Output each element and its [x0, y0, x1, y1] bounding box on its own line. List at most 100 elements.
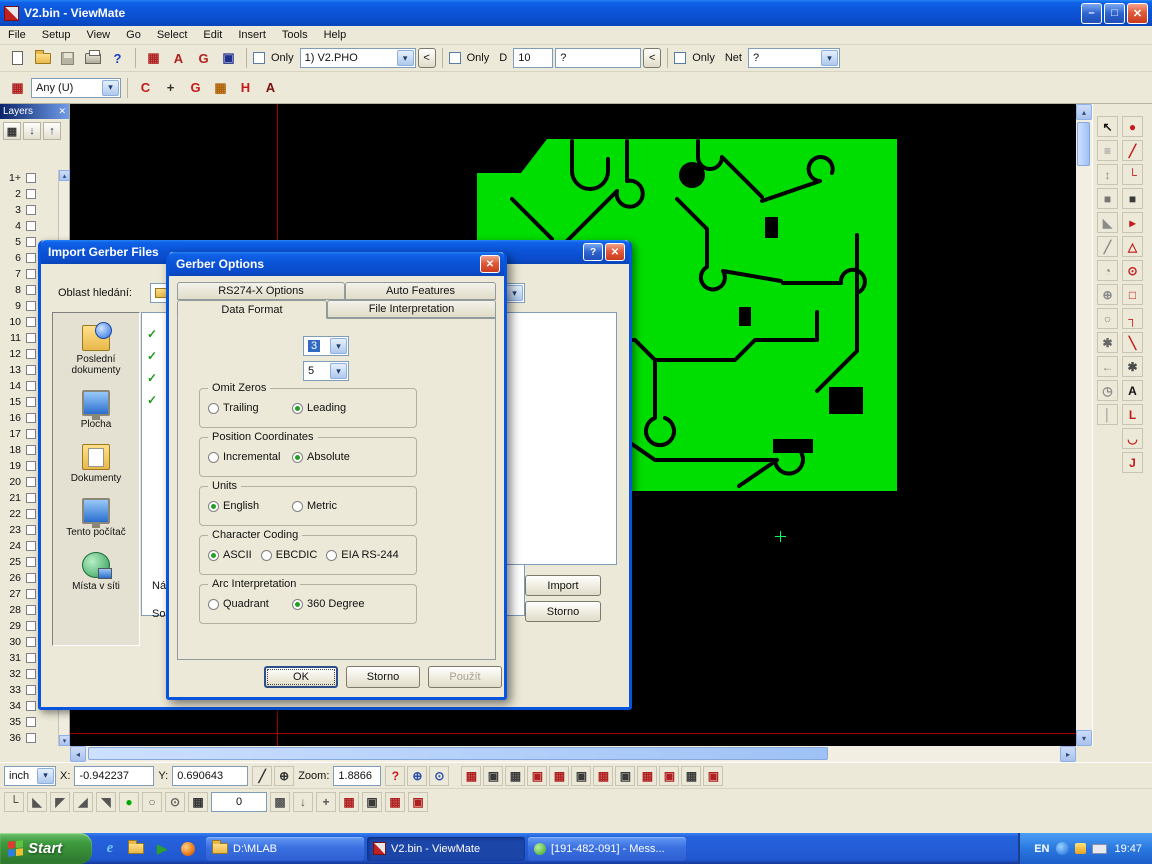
text-tool[interactable]: A: [1122, 380, 1143, 401]
browser-icon[interactable]: [178, 839, 198, 859]
anchor-icon[interactable]: ↓: [293, 792, 313, 812]
center-snap-tool[interactable]: +: [159, 76, 182, 99]
display-pattern-icon-1[interactable]: ▦: [461, 766, 481, 786]
display-pattern-icon-6[interactable]: ▣: [571, 766, 591, 786]
line-tool[interactable]: ╱: [1122, 140, 1143, 161]
layer-color-box[interactable]: [26, 413, 36, 423]
place-desktop[interactable]: Plocha: [53, 390, 139, 430]
layer-down-button[interactable]: ↓: [23, 122, 41, 140]
radio-option-360-degree[interactable]: 360 Degree: [292, 598, 365, 610]
file-type-list[interactable]: [505, 312, 617, 565]
layer-color-box[interactable]: [26, 445, 36, 455]
ok-button[interactable]: OK: [264, 666, 338, 688]
menu-file[interactable]: File: [0, 26, 34, 45]
swap-layers-tool[interactable]: ↕: [1097, 164, 1118, 185]
layer-table-button[interactable]: ▦: [3, 122, 21, 140]
task-messenger[interactable]: [191-482-091] - Mess...: [528, 837, 686, 861]
settings-tool[interactable]: ✱: [1097, 332, 1118, 353]
title-bar[interactable]: V2.bin - ViewMate – □ ✕: [0, 0, 1152, 26]
layer-combo[interactable]: 1) V2.PHO: [300, 48, 416, 68]
open-folder-icon[interactable]: [31, 47, 54, 70]
layer-color-box[interactable]: [26, 653, 36, 663]
clock[interactable]: 19:47: [1114, 843, 1142, 855]
flash-tool[interactable]: ▸: [1122, 212, 1143, 233]
traffic-light-icon[interactable]: ●: [119, 792, 139, 812]
layer-color-box[interactable]: [26, 701, 36, 711]
media-icon[interactable]: ▶: [152, 839, 172, 859]
probe-icon[interactable]: ⊙: [165, 792, 185, 812]
letter-g-tool[interactable]: G: [184, 76, 207, 99]
layer-color-box[interactable]: [26, 733, 36, 743]
display-pattern-icon-12[interactable]: ▣: [703, 766, 723, 786]
horizontal-scroll-thumb[interactable]: [88, 747, 828, 760]
place-recent-documents[interactable]: Poslední dokumenty: [53, 325, 139, 376]
d-query-input[interactable]: ?: [555, 48, 641, 68]
import-button[interactable]: Import: [525, 575, 601, 596]
scroll-right-icon[interactable]: ▸: [1060, 746, 1076, 762]
layer-color-box[interactable]: [26, 253, 36, 263]
radio-option-quadrant[interactable]: Quadrant: [208, 598, 292, 610]
restore-button[interactable]: □: [1104, 3, 1125, 24]
vertical-scroll-thumb[interactable]: [1077, 122, 1090, 166]
start-button[interactable]: Start: [0, 833, 92, 864]
layer-color-box[interactable]: [26, 381, 36, 391]
grid-mode-icon[interactable]: ▦: [6, 76, 29, 99]
radio-metric[interactable]: [292, 501, 303, 512]
rectangle-tool[interactable]: □: [1122, 284, 1143, 305]
radio-trailing[interactable]: [208, 403, 219, 414]
pad-pattern-icon-4[interactable]: ▣: [408, 792, 428, 812]
layer-color-box[interactable]: [26, 429, 36, 439]
layer-color-box[interactable]: [26, 493, 36, 503]
filled-rect-tool[interactable]: ■: [1122, 188, 1143, 209]
display-pattern-icon-5[interactable]: ▦: [549, 766, 569, 786]
import-cancel-button[interactable]: Storno: [525, 601, 601, 622]
new-document-icon[interactable]: [6, 47, 29, 70]
display-pattern-icon-4[interactable]: ▣: [527, 766, 547, 786]
dot-grid-icon[interactable]: ▩: [270, 792, 290, 812]
layer-color-box[interactable]: [26, 669, 36, 679]
display-pattern-icon-2[interactable]: ▣: [483, 766, 503, 786]
hook-tool[interactable]: J: [1122, 452, 1143, 473]
radio-leading[interactable]: [292, 403, 303, 414]
d-value-input[interactable]: 10: [513, 48, 553, 68]
flip-a-icon[interactable]: ◣: [27, 792, 47, 812]
radio-option-eia-rs-244[interactable]: EIA RS-244: [326, 549, 398, 561]
task-viewmate[interactable]: V2.bin - ViewMate: [367, 837, 525, 861]
dialog-help-icon[interactable]: ?: [583, 243, 603, 261]
scroll-up-icon[interactable]: ▴: [1076, 104, 1092, 120]
radio-option-ebcdic[interactable]: EBCDIC: [261, 549, 318, 561]
place-network[interactable]: Místa v síti: [53, 552, 139, 592]
menu-select[interactable]: Select: [149, 26, 196, 45]
display-pattern-icon-9[interactable]: ▦: [637, 766, 657, 786]
display-pattern-icon-10[interactable]: ▣: [659, 766, 679, 786]
scroll-up-icon[interactable]: ▴: [59, 170, 70, 181]
layer-color-box[interactable]: [26, 509, 36, 519]
layer-color-box[interactable]: [26, 717, 36, 727]
arc-tool[interactable]: ◡: [1122, 428, 1143, 449]
tray-network-icon[interactable]: [1056, 842, 1069, 855]
layer-color-box[interactable]: [26, 685, 36, 695]
magnify-tool[interactable]: ○: [1097, 308, 1118, 329]
net-query-combo[interactable]: ?: [748, 48, 840, 68]
layer-color-box[interactable]: [26, 285, 36, 295]
minimize-button[interactable]: –: [1081, 3, 1102, 24]
pad-pattern-icon-3[interactable]: ▦: [385, 792, 405, 812]
task-mlab[interactable]: D:\MLAB: [206, 837, 364, 861]
place-documents[interactable]: Dokumenty: [53, 444, 139, 484]
layer-up-button[interactable]: ↑: [43, 122, 61, 140]
bulb-icon[interactable]: ○: [142, 792, 162, 812]
prev-d-button[interactable]: <: [643, 48, 661, 68]
radio-option-metric[interactable]: Metric: [292, 500, 337, 512]
radio-absolute[interactable]: [292, 452, 303, 463]
only-layer-checkbox[interactable]: [253, 52, 265, 64]
layer-color-box[interactable]: [26, 541, 36, 551]
dcode-table-icon[interactable]: ▦: [142, 47, 165, 70]
layer-color-box[interactable]: [26, 525, 36, 535]
dimension-l-tool[interactable]: L: [1122, 404, 1143, 425]
graphics-list-icon[interactable]: G: [192, 47, 215, 70]
clock-tool[interactable]: ◷: [1097, 380, 1118, 401]
layer-color-box[interactable]: [26, 173, 36, 183]
left-decimal-combo[interactable]: 3: [303, 336, 349, 356]
layer-color-box[interactable]: [26, 621, 36, 631]
layer-color-box[interactable]: [26, 205, 36, 215]
